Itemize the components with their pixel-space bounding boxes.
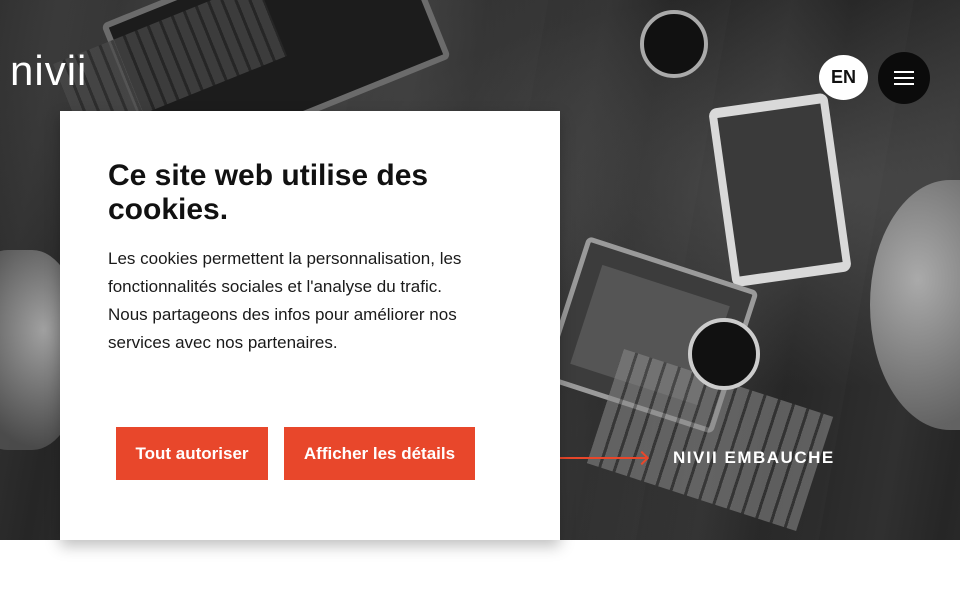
show-details-button[interactable]: Afficher les détails: [284, 427, 475, 480]
arrow-right-icon: [558, 457, 646, 459]
careers-link-label: NIVII EMBAUCHE: [673, 448, 835, 467]
hand-image: [870, 180, 960, 430]
language-switch-button[interactable]: EN: [819, 55, 868, 100]
site-logo[interactable]: nivii: [10, 50, 87, 92]
allow-all-button[interactable]: Tout autoriser: [116, 427, 268, 480]
coffee-cup-image: [688, 318, 760, 390]
tablet-image: [708, 92, 852, 288]
cookie-description: Les cookies permettent la personnalisati…: [108, 249, 462, 352]
coffee-cup-image: [640, 10, 708, 78]
menu-button[interactable]: [878, 52, 930, 104]
careers-link[interactable]: NIVII EMBAUCHE: [558, 448, 835, 468]
cookie-consent-dialog: Ce site web utilise des cookies. Les coo…: [60, 111, 560, 540]
hamburger-menu-icon: [894, 71, 914, 73]
cookie-title: Ce site web utilise des cookies.: [108, 159, 429, 226]
